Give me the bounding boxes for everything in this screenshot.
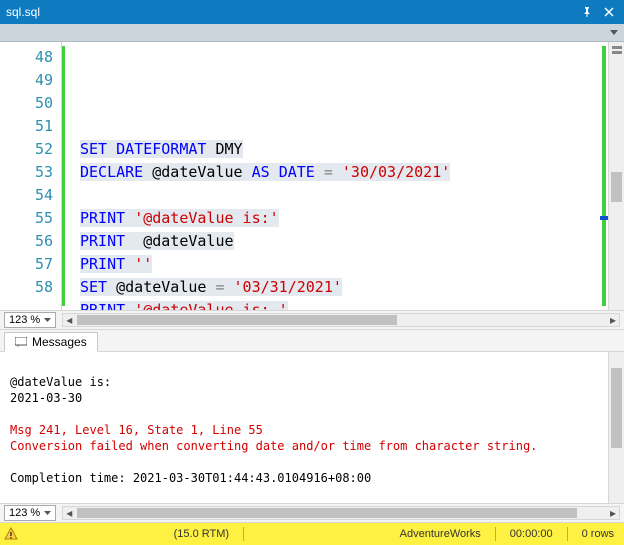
error-line: Msg 241, Level 16, State 1, Line 55 bbox=[10, 423, 263, 437]
line-number: 50 bbox=[0, 92, 53, 115]
line-number: 48 bbox=[0, 46, 53, 69]
messages-icon bbox=[15, 337, 27, 347]
split-icon[interactable] bbox=[611, 44, 622, 56]
line-number: 58 bbox=[0, 276, 53, 299]
scroll-left-icon[interactable]: ◂ bbox=[63, 314, 75, 326]
token-keyword: PRINT bbox=[80, 255, 125, 273]
output-line: Completion time: 2021-03-30T01:44:43.010… bbox=[10, 471, 371, 485]
scrollbar-thumb[interactable] bbox=[77, 508, 577, 518]
line-number: 54 bbox=[0, 184, 53, 207]
token-keyword: PRINT bbox=[80, 232, 125, 250]
line-number: 57 bbox=[0, 253, 53, 276]
line-number: 51 bbox=[0, 115, 53, 138]
scroll-left-icon[interactable]: ◂ bbox=[63, 507, 75, 519]
token-string: '@dateValue is:' bbox=[134, 209, 279, 227]
status-separator bbox=[243, 527, 244, 541]
token-operator: = bbox=[215, 278, 224, 296]
output-line: 2021-03-30 bbox=[10, 391, 82, 405]
token-string: '30/03/2021' bbox=[342, 163, 450, 181]
token-keyword: SET bbox=[80, 278, 107, 296]
change-marker-left bbox=[62, 46, 65, 306]
status-rows: 0 rows bbox=[576, 528, 620, 540]
scrollbar-thumb[interactable] bbox=[611, 172, 622, 202]
token-variable: @dateValue bbox=[116, 278, 206, 296]
close-icon[interactable] bbox=[600, 3, 618, 21]
line-number-gutter: 48 49 50 51 52 53 54 55 56 57 58 bbox=[0, 42, 62, 310]
file-tab-title[interactable]: sql.sql bbox=[6, 5, 574, 19]
token-keyword: AS bbox=[252, 163, 270, 181]
results-tabs: Messages bbox=[0, 330, 624, 352]
token-keyword: SET bbox=[80, 140, 107, 158]
editor-footer-bar: 123 % ◂ ▸ bbox=[0, 310, 624, 330]
scrollbar-thumb[interactable] bbox=[611, 368, 622, 448]
dropdown-icon[interactable] bbox=[610, 30, 618, 36]
zoom-value: 123 % bbox=[9, 507, 40, 519]
change-marker-right bbox=[602, 46, 606, 306]
token-variable: @dateValue bbox=[152, 163, 242, 181]
messages-vertical-scrollbar[interactable] bbox=[608, 352, 624, 503]
status-database: AdventureWorks bbox=[394, 528, 487, 540]
line-number: 52 bbox=[0, 138, 53, 161]
status-bar: (15.0 RTM) AdventureWorks 00:00:00 0 row… bbox=[0, 523, 624, 545]
scrollbar-thumb[interactable] bbox=[77, 315, 397, 325]
pin-icon[interactable] bbox=[578, 3, 596, 21]
line-number: 53 bbox=[0, 161, 53, 184]
status-elapsed: 00:00:00 bbox=[504, 528, 559, 540]
titlebar: sql.sql bbox=[0, 0, 624, 24]
output-line: @dateValue is: bbox=[10, 375, 111, 389]
messages-horizontal-scrollbar[interactable]: ◂ ▸ bbox=[62, 506, 620, 520]
status-separator bbox=[567, 527, 568, 541]
token-string: '03/31/2021' bbox=[234, 278, 342, 296]
messages-footer-bar: 123 % ◂ ▸ bbox=[0, 503, 624, 523]
tab-messages-label: Messages bbox=[32, 335, 87, 349]
line-number: 55 bbox=[0, 207, 53, 230]
status-version: (15.0 RTM) bbox=[168, 528, 235, 540]
token-operator: = bbox=[324, 163, 333, 181]
token-variable: @dateValue bbox=[143, 232, 233, 250]
token-type: DATE bbox=[279, 163, 315, 181]
token-keyword: DATEFORMAT bbox=[116, 140, 206, 158]
zoom-select[interactable]: 123 % bbox=[4, 312, 56, 328]
warning-icon bbox=[4, 527, 18, 541]
token-ident: DMY bbox=[215, 140, 242, 158]
line-number: 56 bbox=[0, 230, 53, 253]
zoom-value: 123 % bbox=[9, 314, 40, 326]
line-number: 49 bbox=[0, 69, 53, 92]
token-keyword: DECLARE bbox=[80, 163, 143, 181]
blue-marker bbox=[600, 216, 608, 220]
zoom-select[interactable]: 123 % bbox=[4, 505, 56, 521]
token-keyword: PRINT bbox=[80, 301, 125, 310]
code-editor[interactable]: 48 49 50 51 52 53 54 55 56 57 58 SET DAT… bbox=[0, 42, 624, 310]
token-string: '' bbox=[134, 255, 152, 273]
messages-pane[interactable]: @dateValue is: 2021-03-30 Msg 241, Level… bbox=[0, 352, 624, 503]
token-string: '@dateValue is: ' bbox=[134, 301, 288, 310]
editor-horizontal-scrollbar[interactable]: ◂ ▸ bbox=[62, 313, 620, 327]
error-line: Conversion failed when converting date a… bbox=[10, 439, 537, 453]
scroll-right-icon[interactable]: ▸ bbox=[607, 507, 619, 519]
toolbar-strip bbox=[0, 24, 624, 42]
tab-messages[interactable]: Messages bbox=[4, 332, 98, 352]
editor-vertical-scrollbar[interactable] bbox=[608, 42, 624, 310]
scroll-right-icon[interactable]: ▸ bbox=[607, 314, 619, 326]
status-separator bbox=[495, 527, 496, 541]
token-keyword: PRINT bbox=[80, 209, 125, 227]
code-text-area[interactable]: SET DATEFORMAT DMYDECLARE @dateValue AS … bbox=[62, 42, 624, 310]
